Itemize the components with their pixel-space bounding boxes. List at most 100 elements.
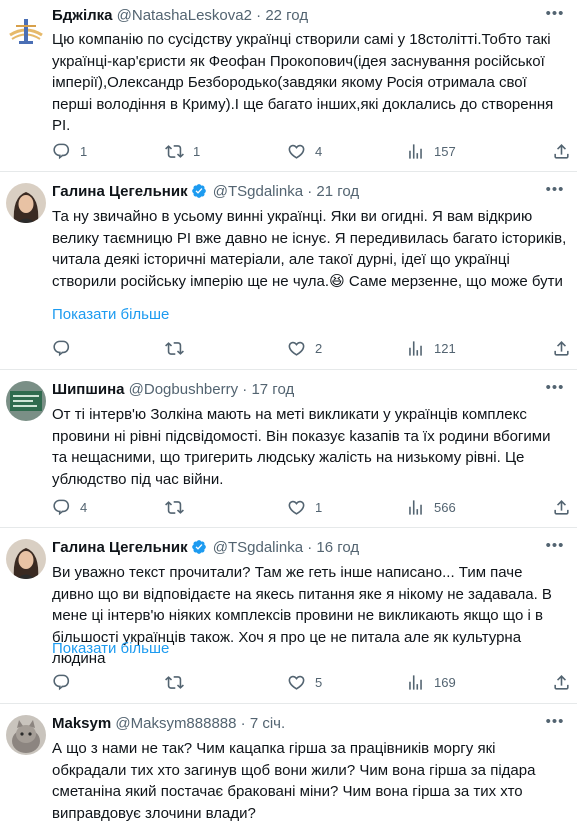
tweet-header: Галина Цегельник @TSgdalinka · 16 год: [52, 538, 537, 558]
tweet-text: Та ну звичайно в усьому винні українці. …: [52, 208, 567, 290]
tweet[interactable]: Maksym @Maksym888888 · 7 січ. ••• А що з…: [0, 704, 577, 831]
more-icon[interactable]: •••: [543, 380, 567, 400]
author-name[interactable]: Бджілка: [52, 7, 112, 24]
views-icon: [409, 499, 422, 515]
tweet[interactable]: Шипшина @Dogbushberry · 17 год ••• От ті…: [0, 370, 577, 528]
author-name[interactable]: Шипшина: [52, 381, 124, 398]
reply-icon: [53, 340, 70, 356]
tweet-header: Бджілка @NatashaLeskova2 · 22 год: [52, 6, 537, 26]
more-icon[interactable]: •••: [543, 714, 567, 734]
tweet-actions: 2 121: [52, 337, 577, 359]
separator-dot: ·: [307, 183, 313, 200]
repost-icon: [165, 144, 184, 158]
views-count: 169: [434, 674, 456, 690]
tweet-text: А що з нами не так? Чим кацапка гірша за…: [52, 740, 536, 822]
author-handle[interactable]: @Dogbushberry: [129, 381, 238, 398]
reply-button[interactable]: [52, 671, 80, 693]
author-name[interactable]: Галина Цегельник: [52, 539, 188, 556]
tweet-actions: 1 1 4 157: [52, 140, 577, 162]
like-icon: [288, 675, 305, 690]
avatar[interactable]: [6, 539, 46, 579]
share-icon: [554, 499, 569, 515]
repost-button[interactable]: 1: [165, 140, 200, 162]
tweet-header: Шипшина @Dogbushberry · 17 год: [52, 380, 537, 400]
more-icon[interactable]: •••: [543, 182, 567, 202]
reply-button[interactable]: [52, 337, 80, 359]
author-handle[interactable]: @TSgdalinka: [213, 183, 303, 200]
views-count: 157: [434, 143, 456, 159]
tweet[interactable]: Бджілка @NatashaLeskova2 · 22 год ••• Цю…: [0, 0, 577, 172]
repost-button[interactable]: [165, 496, 193, 518]
author-handle[interactable]: @Maksym888888: [115, 715, 236, 732]
repost-count: 1: [193, 143, 201, 159]
tweet-actions: 4 1 566: [52, 496, 577, 518]
tweet[interactable]: Галина Цегельник @TSgdalinka · 21 год ••…: [0, 172, 577, 370]
share-button[interactable]: [552, 337, 571, 359]
more-icon[interactable]: •••: [543, 6, 567, 26]
tweet-header: Maksym @Maksym888888 · 7 січ.: [52, 714, 537, 734]
reply-icon: [53, 143, 70, 159]
reply-button[interactable]: 4: [52, 496, 87, 518]
reply-count: 1: [80, 143, 88, 159]
reply-button[interactable]: 1: [52, 140, 87, 162]
repost-icon: [165, 341, 184, 355]
verified-badge-icon: [191, 184, 206, 198]
reply-icon: [53, 499, 70, 515]
repost-button[interactable]: [165, 671, 193, 693]
avatar[interactable]: [6, 381, 46, 421]
repost-icon: [165, 500, 184, 514]
views-count: 121: [434, 340, 456, 356]
views-button[interactable]: 157: [406, 140, 456, 162]
share-button[interactable]: [552, 140, 571, 162]
views-icon: [409, 143, 422, 159]
timestamp[interactable]: 7 січ.: [250, 715, 285, 732]
timestamp[interactable]: 17 год: [251, 381, 294, 398]
tweet[interactable]: Галина Цегельник @TSgdalinka · 16 год ••…: [0, 528, 577, 704]
views-icon: [409, 674, 422, 690]
share-icon: [554, 674, 569, 690]
reply-icon: [53, 674, 70, 690]
like-icon: [288, 144, 305, 159]
tweet-text: Цю компанію по сусідству українці створи…: [52, 31, 554, 134]
timestamp[interactable]: 21 год: [316, 183, 359, 200]
share-button[interactable]: [552, 671, 571, 693]
timestamp[interactable]: 22 год: [265, 7, 308, 24]
reply-count: 4: [80, 499, 88, 515]
views-button[interactable]: 121: [406, 337, 456, 359]
avatar[interactable]: [6, 715, 46, 755]
repost-icon: [165, 675, 184, 689]
like-count: 2: [315, 340, 323, 356]
show-more-link[interactable]: Показати більше: [52, 639, 169, 659]
like-count: 5: [315, 674, 323, 690]
like-button[interactable]: 5: [287, 671, 322, 693]
author-handle[interactable]: @NatashaLeskova2: [117, 7, 252, 24]
separator-dot: ·: [307, 539, 313, 556]
author-name[interactable]: Галина Цегельник: [52, 183, 188, 200]
separator-dot: ·: [240, 715, 246, 732]
tweet-header: Галина Цегельник @TSgdalinka · 21 год: [52, 182, 537, 202]
tweet-text: От ті інтерв'ю Золкіна мають на меті вик…: [52, 406, 551, 488]
verified-badge-icon: [191, 540, 206, 554]
views-icon: [409, 340, 422, 356]
separator-dot: ·: [256, 7, 262, 24]
share-icon: [554, 143, 569, 159]
share-icon: [554, 340, 569, 356]
show-more-link[interactable]: Показати більше: [52, 305, 169, 325]
avatar[interactable]: [6, 11, 46, 51]
repost-button[interactable]: [165, 337, 193, 359]
tweet-actions: 5 169: [52, 671, 577, 693]
separator-dot: ·: [242, 381, 248, 398]
share-button[interactable]: [552, 496, 571, 518]
like-count: 4: [315, 143, 323, 159]
author-handle[interactable]: @TSgdalinka: [213, 539, 303, 556]
more-icon[interactable]: •••: [543, 538, 567, 558]
like-button[interactable]: 4: [287, 140, 322, 162]
like-icon: [288, 341, 305, 356]
timestamp[interactable]: 16 год: [316, 539, 359, 556]
author-name[interactable]: Maksym: [52, 715, 111, 732]
avatar[interactable]: [6, 183, 46, 223]
like-button[interactable]: 2: [287, 337, 322, 359]
views-button[interactable]: 169: [406, 671, 456, 693]
views-button[interactable]: 566: [406, 496, 456, 518]
like-button[interactable]: 1: [287, 496, 322, 518]
